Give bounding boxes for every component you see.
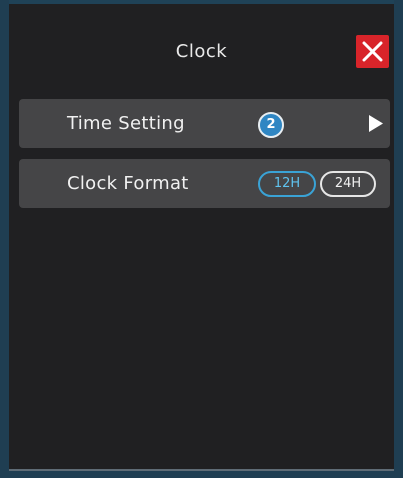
close-icon [362,41,383,62]
format-24h-button[interactable]: 24H [320,171,376,197]
time-setting-row[interactable]: Time Setting 2 [19,99,390,148]
bottom-divider [9,469,394,471]
time-setting-label: Time Setting [67,113,185,134]
clock-format-label: Clock Format [67,173,189,194]
clock-format-row: Clock Format 12H 24H [19,159,390,208]
page-title: Clock [175,41,228,62]
frame-left-border [0,0,9,478]
clock-settings-screen: Clock Time Setting 2 Clock Format 12H 24… [0,0,403,478]
close-button[interactable] [356,35,389,68]
play-arrow-icon [369,115,383,136]
clock-panel: Clock Time Setting 2 Clock Format 12H 24… [9,4,394,469]
frame-bottom-border [0,470,403,478]
format-12h-button[interactable]: 12H [258,171,316,197]
time-setting-badge: 2 [258,112,284,138]
frame-right-border [394,0,403,478]
